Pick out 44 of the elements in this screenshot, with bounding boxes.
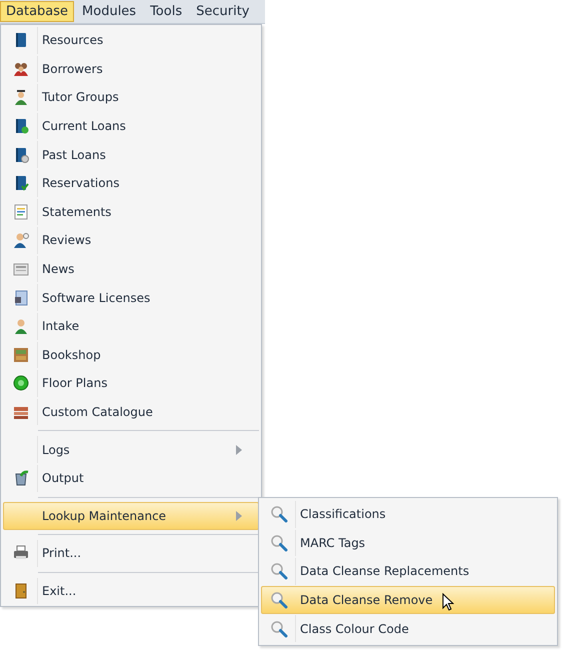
menu-item[interactable]: Output	[3, 464, 259, 492]
bookshelf-icon	[12, 346, 28, 363]
magnifier-icon	[270, 591, 288, 610]
menu-item[interactable]: Data Cleanse Remove	[261, 586, 555, 614]
menu-item[interactable]: Data Cleanse Replacements	[261, 557, 555, 586]
menu-item[interactable]: Resources	[3, 26, 259, 55]
menu-item[interactable]: Reservations	[3, 168, 259, 198]
menu-bar-item[interactable]: Security	[190, 1, 256, 22]
magnifier-icon	[270, 534, 288, 552]
menu-item[interactable]: Past Loans	[3, 140, 259, 169]
magnifier-icon	[270, 562, 288, 580]
menu-item[interactable]: Lookup Maintenance	[3, 502, 259, 530]
document-icon	[12, 204, 28, 220]
menu-item[interactable]: Exit...	[3, 576, 259, 606]
menu-item[interactable]: Reviews	[3, 226, 259, 255]
menu-item[interactable]: MARC Tags	[261, 528, 555, 558]
printer-icon	[12, 545, 28, 562]
menu-bar-item[interactable]: Modules	[76, 1, 142, 22]
cursor-icon	[442, 592, 454, 611]
door-icon	[12, 582, 28, 599]
person-icon	[12, 318, 28, 334]
menu-item[interactable]: Intake	[3, 312, 259, 341]
menu-item[interactable]: Print...	[3, 539, 259, 568]
menu-item[interactable]: News	[3, 254, 259, 284]
menu-bar-item[interactable]: Database	[0, 1, 74, 22]
menu-item[interactable]: Borrowers	[3, 54, 259, 84]
menu-item[interactable]: Statements	[3, 198, 259, 226]
menu-item[interactable]: Software Licenses	[3, 283, 259, 312]
menu-item[interactable]: Custom Catalogue	[3, 398, 259, 426]
person-icon	[12, 89, 28, 106]
menu-item[interactable]: Current Loans	[3, 112, 259, 140]
menu-item[interactable]: Class Colour Code	[261, 614, 555, 643]
menu-item[interactable]: Classifications	[261, 500, 555, 529]
menu-item[interactable]: Bookshop	[3, 340, 259, 370]
menu-item[interactable]: Logs	[3, 435, 259, 464]
person-icon	[12, 232, 28, 248]
magnifier-icon	[270, 505, 288, 524]
newspaper-icon	[12, 261, 28, 278]
menu-bar-item[interactable]: Tools	[144, 1, 188, 22]
menu-item[interactable]: Floor Plans	[3, 369, 259, 398]
magnifier-icon	[270, 620, 288, 638]
menu-item[interactable]: Tutor Groups	[3, 83, 259, 112]
people-icon	[12, 60, 28, 77]
bin-icon	[12, 470, 28, 486]
